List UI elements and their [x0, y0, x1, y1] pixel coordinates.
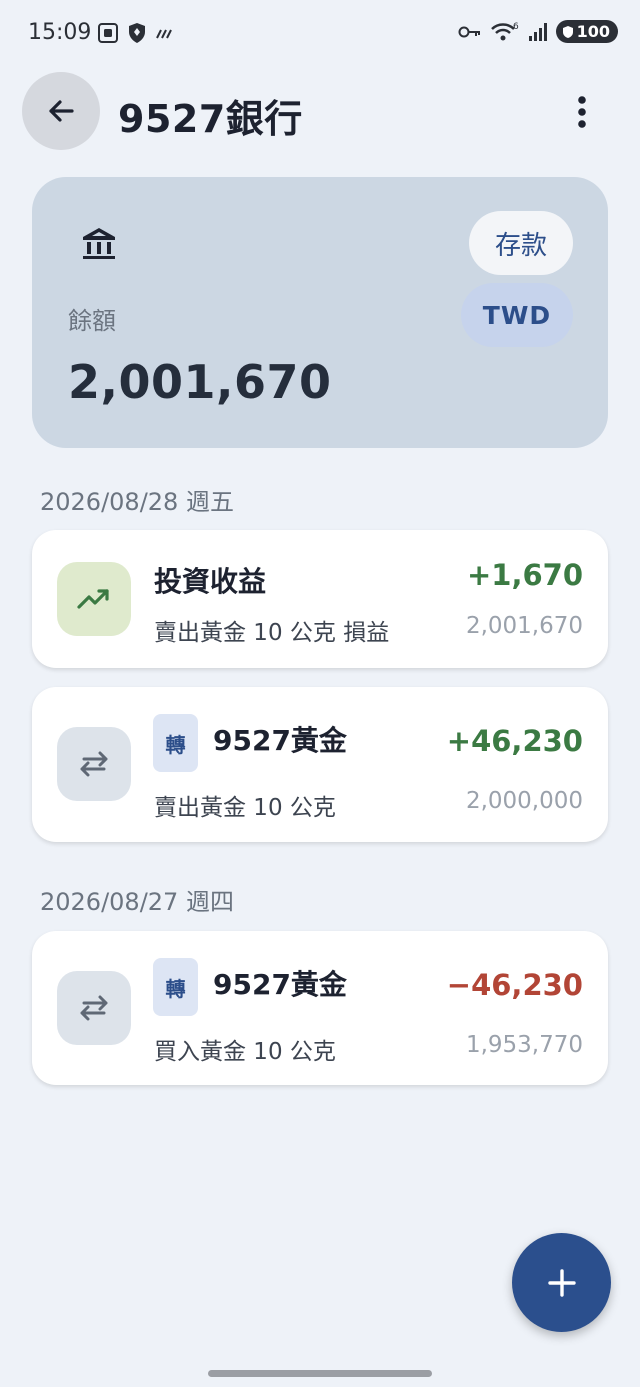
balance-value: 2,001,670 [68, 355, 332, 409]
account-card[interactable]: 餘額 2,001,670 存款 TWD [32, 177, 608, 448]
battery-indicator: 100 [555, 20, 618, 43]
account-type-chip[interactable]: 存款 [469, 211, 573, 275]
wifi-icon: 6 [490, 22, 519, 40]
more-options-button[interactable] [560, 88, 604, 136]
add-transaction-button[interactable] [512, 1233, 611, 1332]
wifi-label: 6 [513, 22, 519, 32]
transaction-subtitle: 賣出黃金 10 公克 [154, 795, 336, 821]
transaction-title: 9527黃金 [213, 724, 347, 757]
transaction-balance: 2,000,000 [465, 788, 583, 814]
vpn-key-icon [458, 26, 480, 37]
status-icons-right: 6 100 [458, 20, 618, 43]
transaction-title: 9527黃金 [213, 968, 347, 1001]
transaction-amount: +1,670 [466, 558, 583, 592]
screen: 15:09 6 100 9527銀行 餘額 2,001,670 存款 TWD 2 [0, 0, 640, 1387]
transaction-subtitle: 賣出黃金 10 公克 損益 [154, 620, 390, 646]
transaction-amount: +46,230 [446, 724, 583, 758]
bank-icon [83, 228, 115, 259]
date-header: 2026/08/27 週四 [40, 888, 234, 916]
transaction-amount: −46,230 [446, 968, 583, 1002]
status-bar: 15:09 6 100 [0, 0, 640, 70]
battery-shield-icon [562, 25, 573, 38]
transfer-icon [80, 751, 108, 777]
plus-icon [547, 1268, 576, 1297]
signal-icon [528, 22, 547, 41]
page-title: 9527銀行 [118, 97, 303, 141]
data-saver-icon [156, 29, 172, 39]
date-header: 2026/08/28 週五 [40, 488, 234, 516]
currency-chip[interactable]: TWD [461, 283, 573, 347]
arrow-back-icon [49, 100, 74, 122]
back-button[interactable] [22, 72, 100, 150]
gesture-navigation-bar[interactable] [208, 1370, 432, 1377]
transaction-subtitle: 買入黃金 10 公克 [154, 1039, 336, 1065]
transfer-icon [80, 995, 108, 1021]
transfer-badge: 轉 [153, 714, 198, 772]
battery-level: 100 [576, 22, 610, 41]
transaction-item[interactable]: 轉 9527黃金 買入黃金 10 公克 −46,230 1,953,770 [32, 931, 608, 1085]
balance-label: 餘額 [68, 307, 116, 335]
transaction-balance: 2,001,670 [465, 613, 583, 639]
transaction-title: 投資收益 [154, 565, 267, 598]
status-icons-left [97, 22, 175, 44]
shield-icon [129, 23, 145, 43]
transaction-icon [57, 727, 131, 801]
more-vert-icon [578, 96, 586, 128]
transaction-item[interactable]: 投資收益 賣出黃金 10 公克 損益 +1,670 2,001,670 [32, 530, 608, 668]
trending-up-icon [77, 589, 109, 609]
transaction-icon [57, 562, 131, 636]
transaction-icon [57, 971, 131, 1045]
screenshot-icon [98, 23, 118, 43]
transaction-balance: 1,953,770 [465, 1032, 583, 1058]
transfer-badge: 轉 [153, 958, 198, 1016]
status-time: 15:09 [28, 20, 92, 45]
transaction-item[interactable]: 轉 9527黃金 賣出黃金 10 公克 +46,230 2,000,000 [32, 687, 608, 842]
